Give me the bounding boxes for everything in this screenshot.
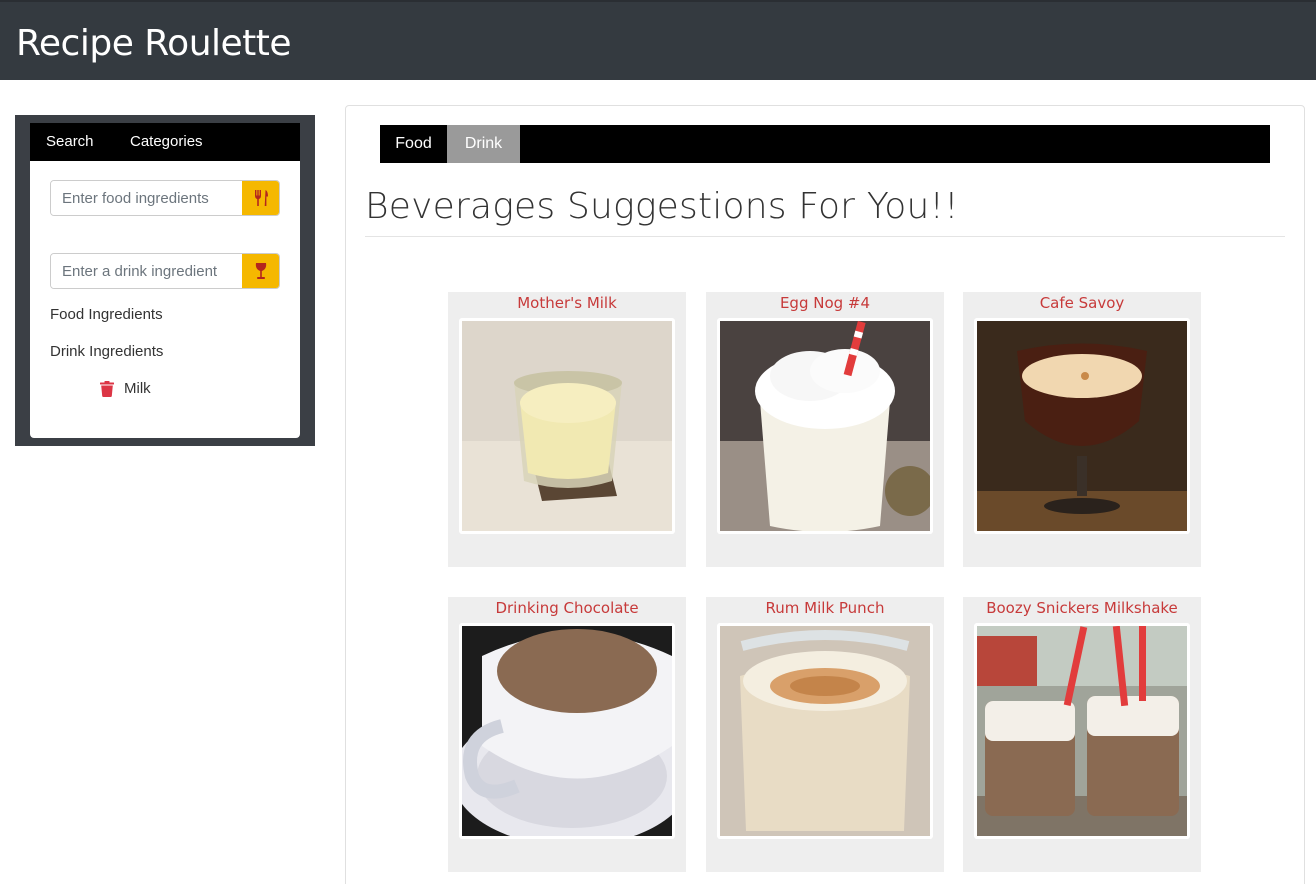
drink-search-group [50, 253, 280, 289]
drink-ingredient-input[interactable] [51, 254, 242, 288]
recipe-photo [462, 321, 672, 531]
divider [365, 236, 1285, 237]
drink-ingredients-label: Drink Ingredients [50, 343, 164, 360]
recipe-card-egg-nog[interactable]: Egg Nog #4 [706, 292, 944, 567]
recipe-photo [720, 321, 930, 531]
ingredient-label: Milk [124, 380, 151, 397]
recipe-image[interactable] [459, 318, 675, 534]
recipe-photo [977, 626, 1187, 836]
add-drink-button[interactable] [242, 254, 279, 288]
recipe-title[interactable]: Drinking Chocolate [448, 599, 686, 617]
recipe-title[interactable]: Cafe Savoy [963, 294, 1201, 312]
list-item: Milk [100, 380, 151, 397]
recipe-title[interactable]: Mother's Milk [448, 294, 686, 312]
recipe-title[interactable]: Boozy Snickers Milkshake [963, 599, 1201, 617]
recipe-card-boozy-snickers-milkshake[interactable]: Boozy Snickers Milkshake [963, 597, 1201, 872]
food-ingredients-label: Food Ingredients [50, 306, 163, 323]
navbar: Recipe Roulette [0, 0, 1316, 80]
recipe-photo [977, 321, 1187, 531]
sidebar: Search Categories Food [15, 115, 315, 446]
sidebar-tabs: Search Categories [30, 123, 300, 161]
recipe-photo [462, 626, 672, 836]
tab-categories[interactable]: Categories [130, 123, 203, 161]
recipe-image[interactable] [974, 623, 1190, 839]
recipe-image[interactable] [974, 318, 1190, 534]
add-food-button[interactable] [242, 181, 279, 215]
recipe-photo [720, 626, 930, 836]
recipe-card-cafe-savoy[interactable]: Cafe Savoy [963, 292, 1201, 567]
recipe-image[interactable] [717, 318, 933, 534]
tab-drink[interactable]: Drink [447, 125, 520, 163]
recipe-title[interactable]: Egg Nog #4 [706, 294, 944, 312]
app-title[interactable]: Recipe Roulette [16, 22, 292, 66]
food-ingredient-input[interactable] [51, 181, 242, 215]
wine-glass-icon [255, 262, 266, 279]
recipe-card-drinking-chocolate[interactable]: Drinking Chocolate [448, 597, 686, 872]
main-content: Food Drink Beverages Suggestions For You… [345, 105, 1305, 884]
trash-icon[interactable] [100, 380, 114, 397]
page-title: Beverages Suggestions For You!! [365, 186, 959, 227]
utensils-icon [254, 190, 268, 206]
recipe-card-rum-milk-punch[interactable]: Rum Milk Punch [706, 597, 944, 872]
recipe-image[interactable] [717, 623, 933, 839]
recipe-title[interactable]: Rum Milk Punch [706, 599, 944, 617]
tab-food[interactable]: Food [380, 125, 447, 163]
recipe-image[interactable] [459, 623, 675, 839]
sidebar-panel: Food Ingredients Drink Ingredients Milk [30, 161, 300, 438]
recipe-card-mothers-milk[interactable]: Mother's Milk [448, 292, 686, 567]
tab-search[interactable]: Search [46, 123, 94, 161]
main-tabs: Food Drink [380, 125, 1270, 163]
food-search-group [50, 180, 280, 216]
